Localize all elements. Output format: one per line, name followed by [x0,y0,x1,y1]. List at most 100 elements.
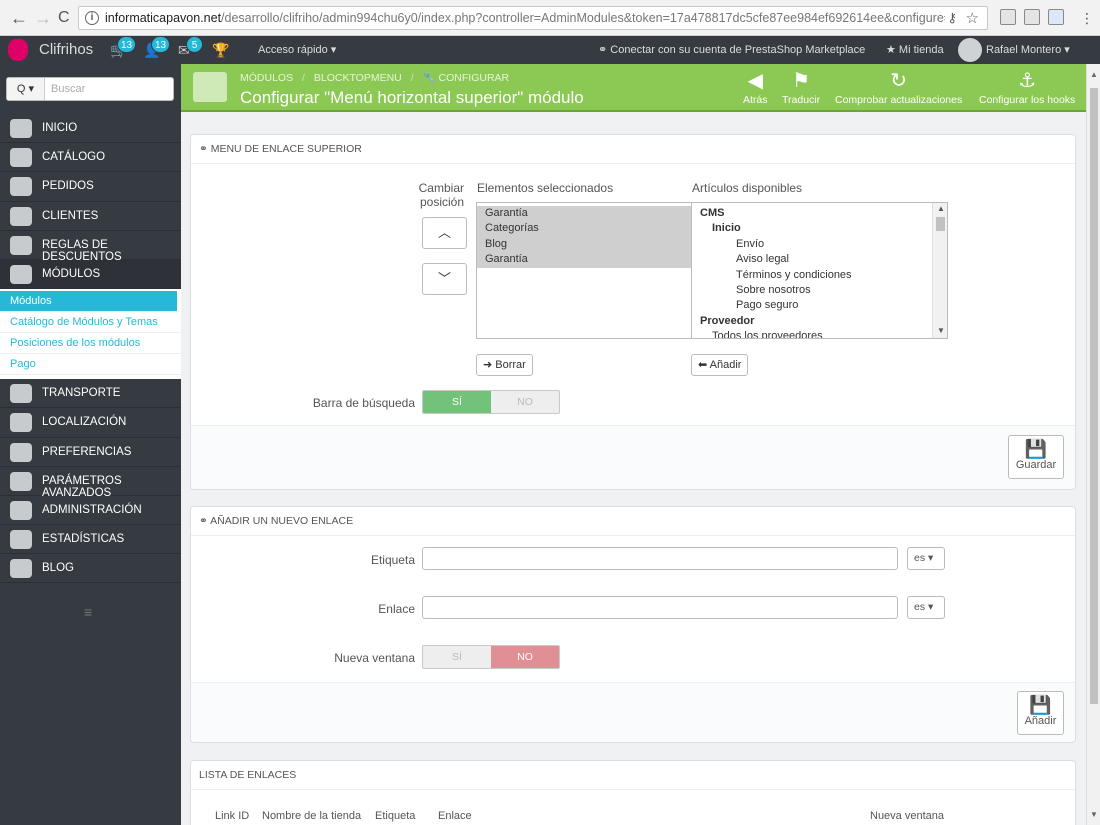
list-item[interactable]: Pago seguro [692,298,947,313]
scroll-thumb[interactable] [1090,88,1098,704]
list-item[interactable]: Garantía [477,206,691,222]
sidebar-item-localizaci-n[interactable]: Localización [0,408,181,438]
submenu-item[interactable]: Módulos [0,291,177,313]
move-up-button[interactable]: ︿ [422,217,467,249]
key-icon[interactable]: ⚷ [947,10,957,26]
sidebar-item-pedidos[interactable]: Pedidos [0,172,181,202]
trophy-icon[interactable]: 🏆 [212,42,229,59]
check-updates-button[interactable]: ↻ Comprobar actualizaciones [835,70,962,106]
list-item[interactable]: Categorías [477,221,691,237]
move-down-button[interactable]: ﹀ [422,263,467,295]
sidebar-item-par-metros-avanzados[interactable]: Parámetros avanzados [0,467,181,499]
save-button[interactable]: 💾 Guardar [1008,435,1064,479]
toggle-yes[interactable]: SÍ [423,646,491,668]
manage-hooks-button[interactable]: ⚓ Configurar los hooks [979,70,1075,106]
bookmark-star-icon[interactable]: ☆ [966,9,979,27]
breadcrumb-modules[interactable]: Módulos [240,72,293,84]
column-header[interactable]: Nombre de la tienda [262,810,361,822]
sidebar-item-reglas-de-descuentos[interactable]: Reglas de descuentos [0,231,181,263]
translate-button[interactable]: ⚑ Traducir [782,70,820,106]
add-button[interactable]: ⬅ Añadir [691,354,749,376]
search-scope-dropdown[interactable]: Q ▾ [7,78,45,100]
link-input[interactable] [422,596,898,619]
list-group-label[interactable]: Proveedor [692,314,947,329]
back-button[interactable]: ◀ Atrás [743,70,768,106]
extension-icon[interactable] [1000,9,1016,25]
star-icon: ★ [886,44,899,56]
submenu-item[interactable]: Pago [0,354,181,376]
scroll-up-icon[interactable]: ▲ [1090,70,1098,79]
arrow-circle-left-icon: ◀ [747,70,763,92]
browser-menu-icon[interactable]: ⋮ [1080,8,1094,28]
add-link-button[interactable]: 💾 Añadir [1017,691,1064,735]
list-group-label[interactable]: CMS [692,206,947,221]
marketplace-link[interactable]: ⚭ Conectar con su cuenta de PrestaShop M… [598,43,865,56]
sidebar-item-estad-sticas[interactable]: Estadísticas [0,525,181,555]
link-icon: ⚭ [598,44,611,56]
sidebar-item-label: Módulos [42,267,101,280]
reload-icon[interactable]: C [58,8,70,28]
list-scrollbar[interactable]: ▲ ▼ [932,203,947,338]
employee-menu[interactable]: Rafael Montero ▾ [986,43,1070,56]
cart-icon[interactable]: 🛒13 [110,36,137,59]
envelope-icon[interactable]: ✉ 5 [178,36,203,59]
main-menu: Inicio Catálogo Pedidos Clientes Reglas de d… [0,114,181,584]
extension-icon[interactable] [1048,9,1064,25]
list-item[interactable]: Aviso legal [692,252,947,267]
page-scrollbar[interactable]: ▲ ▼ [1086,64,1100,825]
toggle-no[interactable]: NO [491,391,559,413]
sidebar-item-administraci-n[interactable]: Administración [0,496,181,526]
list-item[interactable]: Todos los proveedores [692,329,947,338]
breadcrumb-configure[interactable]: Configurar [439,72,510,84]
globe-icon [10,413,32,433]
search-bar-toggle[interactable]: SÍ NO [422,390,560,414]
list-item[interactable]: Blog [477,236,691,253]
sidebar-item-blog[interactable]: Blog [0,554,181,584]
sidebar-item-transporte[interactable]: Transporte [0,379,181,409]
toggle-no[interactable]: NO [491,646,559,668]
list-item[interactable]: Sobre nosotros [692,283,947,298]
language-dropdown[interactable]: es ▾ [907,596,945,619]
info-icon[interactable]: i [85,11,99,25]
prestashop-logo[interactable] [8,39,28,61]
extension-icon[interactable] [1024,9,1040,25]
sidebar-item-clientes[interactable]: Clientes [0,202,181,231]
label-input[interactable] [422,547,898,570]
quick-access-menu[interactable]: Acceso rápido ▾ [258,43,336,56]
sidebar-item-cat-logo[interactable]: Catálogo [0,143,181,173]
selected-items-list[interactable]: Garantía Categorías Blog Garantía [476,202,692,339]
list-item[interactable]: Términos y condiciones [692,268,947,283]
list-item[interactable]: Garantía [477,252,691,268]
scroll-down-icon[interactable]: ▼ [1090,810,1098,819]
column-header[interactable]: Nueva ventana [870,810,944,822]
remove-button[interactable]: ➜ Borrar [476,354,533,376]
submenu-item[interactable]: Posiciones de los módulos [0,333,181,355]
avatar[interactable] [958,38,982,62]
user-icon[interactable]: 👤 13 [143,36,171,59]
tag-icon [10,235,32,255]
submenu-item[interactable]: Catálogo de Módulos y Temas [0,312,181,334]
breadcrumb-module[interactable]: blocktopmenu [314,72,402,84]
collapse-menu-icon[interactable]: ≡ [84,604,92,620]
list-item[interactable]: Envío [692,237,947,252]
column-header[interactable]: Enlace [438,810,472,822]
page-title: Configurar "Menú horizontal superior" mó… [240,88,584,107]
panel-footer: 💾 Guardar [191,425,1075,489]
url-text[interactable]: informaticapavon.net/desarrollo/clifriho… [105,11,945,25]
column-header[interactable]: Link ID [215,810,249,822]
shop-name[interactable]: Clifrihos [39,41,93,58]
new-window-toggle[interactable]: SÍ NO [422,645,560,669]
toggle-yes[interactable]: SÍ [423,391,491,413]
list-group-label[interactable]: Inicio [692,221,947,236]
address-bar[interactable]: i informaticapavon.net/desarrollo/clifri… [78,6,988,30]
sidebar-item-m-dulos[interactable]: Módulos [0,259,181,290]
my-shop-link[interactable]: ★ Mi tienda [886,43,944,56]
forward-icon[interactable]: → [34,8,52,28]
back-icon[interactable]: ← [10,8,28,28]
available-items-list[interactable]: CMS Inicio Envío Aviso legal Términos y cond… [691,202,948,339]
sidebar-item-preferencias[interactable]: Preferencias [0,438,181,467]
language-dropdown[interactable]: es ▾ [907,547,945,570]
column-header[interactable]: Etiqueta [375,810,415,822]
sidebar-item-inicio[interactable]: Inicio [0,114,181,144]
search-input[interactable]: Buscar [51,83,85,95]
